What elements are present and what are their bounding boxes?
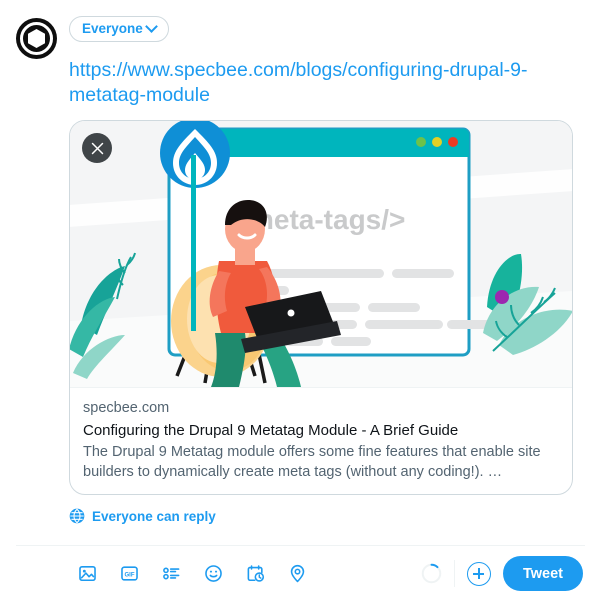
avatar[interactable] xyxy=(16,18,57,59)
toolbar-actions: Tweet xyxy=(421,556,585,591)
link-preview-card[interactable]: <meta-tags/> specbee.com Configuring the… xyxy=(69,120,573,495)
poll-icon-button[interactable] xyxy=(156,559,186,589)
reply-scope-button[interactable]: Everyone can reply xyxy=(69,508,585,536)
toolbar-icon-group: GIF xyxy=(16,559,312,589)
meta-tags-illustration: <meta-tags/> xyxy=(70,121,572,387)
svg-text:GIF: GIF xyxy=(124,572,134,578)
remove-preview-button[interactable] xyxy=(82,133,112,163)
card-domain: specbee.com xyxy=(83,400,170,416)
poll-icon xyxy=(162,567,179,580)
schedule-icon-button[interactable] xyxy=(240,559,270,589)
composer-toolbar: GIF Tweet xyxy=(16,545,585,591)
card-preview-image: <meta-tags/> xyxy=(70,121,572,387)
card-description: The Drupal 9 Metatag module offers some … xyxy=(83,444,541,480)
audience-label: Everyone xyxy=(82,21,143,37)
add-tweet-button[interactable] xyxy=(466,561,491,586)
card-title: Configuring the Drupal 9 Metatag Module … xyxy=(83,422,459,439)
media-icon xyxy=(78,565,96,582)
tweet-composer: Everyone https://www.specbee.com/blogs/c… xyxy=(0,0,601,605)
tweet-text-input[interactable]: https://www.specbee.com/blogs/configurin… xyxy=(69,58,585,108)
audience-selector-button[interactable]: Everyone xyxy=(69,16,169,42)
card-text-body: specbee.com Configuring the Drupal 9 Met… xyxy=(70,387,572,494)
close-icon xyxy=(91,142,103,154)
emoji-icon-button[interactable] xyxy=(198,559,228,589)
toolbar-divider xyxy=(453,560,455,587)
media-icon-button[interactable] xyxy=(72,559,102,589)
gif-icon: GIF xyxy=(120,566,138,581)
tweet-button[interactable]: Tweet xyxy=(502,556,583,591)
schedule-icon xyxy=(247,565,264,582)
location-icon-button[interactable] xyxy=(282,559,312,589)
reply-scope-label: Everyone can reply xyxy=(92,508,216,524)
composer-header: Everyone https://www.specbee.com/blogs/c… xyxy=(16,14,585,536)
location-icon xyxy=(290,564,304,583)
composer-main: Everyone https://www.specbee.com/blogs/c… xyxy=(69,14,585,536)
character-count-ring xyxy=(421,563,442,584)
chevron-down-icon xyxy=(144,19,158,33)
globe-icon xyxy=(69,508,85,524)
gif-icon-button[interactable]: GIF xyxy=(114,559,144,589)
emoji-icon xyxy=(204,565,222,582)
